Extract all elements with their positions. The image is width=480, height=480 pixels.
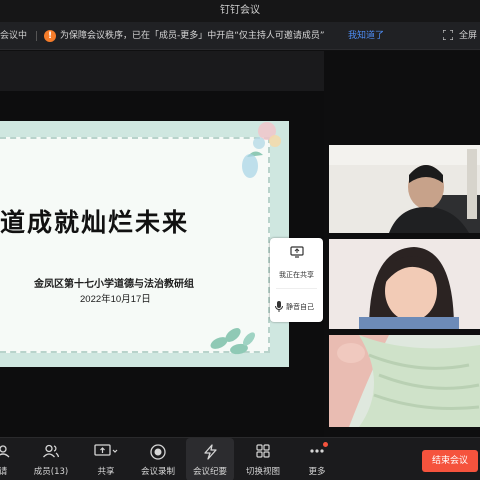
switch-view-button[interactable]: 切换视图 xyxy=(240,438,286,480)
notification-dot xyxy=(323,442,328,447)
toolbar-label: 更多 xyxy=(308,467,326,477)
invite-icon xyxy=(0,445,10,458)
minutes-icon xyxy=(204,444,217,460)
window-title: 钉钉会议 xyxy=(0,0,480,22)
warning-icon: ! xyxy=(44,30,56,42)
members-icon xyxy=(43,444,59,458)
more-button[interactable]: 更多 xyxy=(300,438,334,480)
grid-view-icon xyxy=(256,444,270,458)
slide-organization: 金凤区第十七小学道德与法治教研组 xyxy=(34,279,194,290)
share-screen-button[interactable]: 共享 xyxy=(86,438,126,480)
notice-message: 为保障会议秩序，已在「成员-更多」中开启“仅主持人可邀请成员” xyxy=(60,31,325,41)
meeting-toolbar: 请 成员(13) 共享 会议录制 会议纪要 切换视图 更多 xyxy=(0,437,480,480)
presentation-slide: 道成就灿烂未来 金凤区第十七小学道德与法治教研组 2022年10月17日 xyxy=(0,121,289,367)
members-button[interactable]: 成员(13) xyxy=(28,438,74,480)
end-meeting-button[interactable]: 结束会议 xyxy=(422,450,478,472)
divider xyxy=(36,31,37,41)
toolbar-label: 请 xyxy=(0,467,8,477)
video-feed xyxy=(329,145,480,233)
participant-video-tile[interactable] xyxy=(329,239,480,329)
mute-control[interactable]: 静音自己 xyxy=(270,300,323,314)
shared-screen-area: 道成就灿烂未来 金凤区第十七小学道德与法治教研组 2022年10月17日 我正在… xyxy=(0,51,324,437)
record-icon xyxy=(150,444,166,460)
divider xyxy=(276,288,317,289)
record-button[interactable]: 会议录制 xyxy=(136,438,180,480)
screen-top-strip xyxy=(0,51,324,91)
participant-video-tile[interactable] xyxy=(329,335,480,427)
mute-label: 静音自己 xyxy=(286,303,314,311)
meeting-status: 会议中 xyxy=(0,31,28,41)
toolbar-label: 切换视图 xyxy=(245,467,280,477)
share-control-panel: 我正在共享 静音自己 xyxy=(270,238,323,322)
participant-video-column xyxy=(324,51,480,437)
sharing-control[interactable]: 我正在共享 xyxy=(270,246,323,280)
toolbar-label: 成员(13) xyxy=(33,467,69,477)
toolbar-label: 会议录制 xyxy=(140,467,175,477)
fullscreen-button[interactable]: 全屏 xyxy=(459,22,477,50)
slide-date: 2022年10月17日 xyxy=(80,294,151,305)
slide-title: 道成就灿烂未来 xyxy=(0,208,190,237)
notice-bar: 会议中 ! 为保障会议秩序，已在「成员-更多」中开启“仅主持人可邀请成员” 我知… xyxy=(0,22,480,50)
participant-video-tile[interactable] xyxy=(329,145,480,233)
fullscreen-icon[interactable] xyxy=(443,30,453,40)
video-feed xyxy=(329,239,480,329)
ack-link[interactable]: 我知道了 xyxy=(348,22,384,50)
video-feed xyxy=(329,335,480,427)
minutes-button[interactable]: 会议纪要 xyxy=(186,438,234,480)
leaf-decoration xyxy=(242,154,258,178)
invite-button[interactable]: 请 xyxy=(0,438,14,480)
toolbar-label: 共享 xyxy=(97,467,115,477)
toolbar-label: 会议纪要 xyxy=(192,467,227,477)
screen-share-icon xyxy=(289,246,304,258)
leaves-decoration xyxy=(210,328,255,355)
sharing-label: 我正在共享 xyxy=(279,271,314,279)
share-screen-icon xyxy=(94,444,118,456)
microphone-icon xyxy=(275,301,283,312)
